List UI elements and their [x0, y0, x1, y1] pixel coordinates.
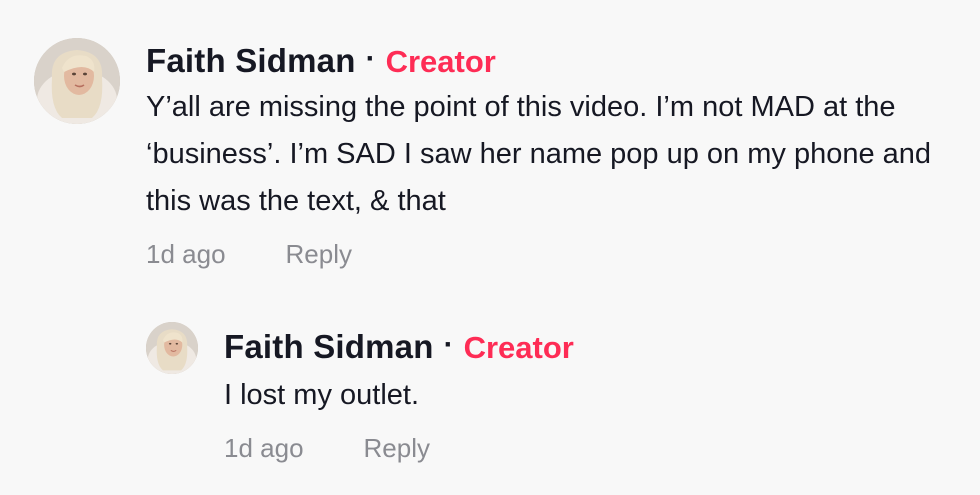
- username[interactable]: Faith Sidman: [224, 328, 434, 366]
- reply-comment: Faith Sidman · Creator I lost my outlet.…: [146, 322, 946, 464]
- comment-text: I lost my outlet.: [224, 379, 420, 411]
- separator-dot: ·: [443, 328, 454, 361]
- avatar[interactable]: [146, 322, 198, 374]
- separator-dot: ·: [365, 42, 376, 75]
- comment-header: Faith Sidman · Creator: [146, 42, 936, 80]
- comment-body: Faith Sidman · Creator Y’all are missing…: [146, 38, 936, 270]
- timestamp: 1d ago: [146, 239, 226, 269]
- avatar-image: [34, 38, 120, 124]
- timestamp: 1d ago: [224, 433, 304, 463]
- comment-meta: 1d ago Reply: [146, 239, 936, 270]
- comment-meta: 1d ago Reply: [224, 433, 980, 464]
- reply-button[interactable]: Reply: [286, 239, 352, 270]
- creator-badge: Creator: [385, 44, 496, 79]
- avatar-image: [146, 322, 198, 374]
- username[interactable]: Faith Sidman: [146, 42, 356, 80]
- comment-header: Faith Sidman · Creator: [224, 328, 980, 366]
- comment-text: Y’all are missing the point of this vide…: [146, 91, 932, 217]
- reply-button[interactable]: Reply: [364, 433, 430, 464]
- avatar[interactable]: [34, 38, 120, 124]
- creator-badge: Creator: [463, 330, 574, 365]
- comment: Faith Sidman · Creator Y’all are missing…: [34, 38, 964, 270]
- comment-body: Faith Sidman · Creator I lost my outlet.…: [224, 322, 980, 464]
